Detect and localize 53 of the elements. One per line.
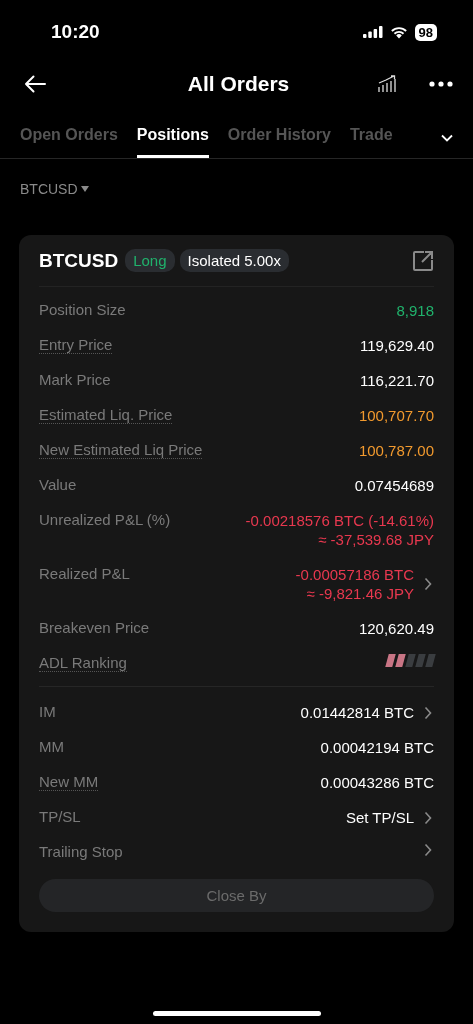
chevron-right-icon[interactable] xyxy=(424,705,432,720)
margin-tag: Isolated 5.00x xyxy=(179,249,289,272)
more-icon[interactable] xyxy=(429,81,453,87)
field-label: New Estimated Liq Price xyxy=(39,441,203,459)
wifi-icon xyxy=(389,25,408,39)
field-label: Mark Price xyxy=(39,371,111,388)
field-value: Set TP/SL xyxy=(345,808,414,827)
page-title: All Orders xyxy=(187,72,290,96)
field-value: 100,787.00 xyxy=(358,441,434,460)
chevron-right-icon[interactable] xyxy=(424,843,432,857)
field-label: Realized P&L xyxy=(39,565,130,582)
field-label: ADL Ranking xyxy=(39,654,127,672)
side-tag: Long xyxy=(125,249,175,272)
field-value: ≈ -37,539.68 JPY xyxy=(318,530,434,549)
field-label: Breakeven Price xyxy=(39,619,150,636)
tab[interactable]: Positions xyxy=(136,126,209,158)
field-label: Position Size xyxy=(39,301,126,318)
field-value: 100,707.70 xyxy=(358,406,434,425)
symbol-filter[interactable]: BTCUSD xyxy=(20,181,89,197)
symbol-name: BTCUSD xyxy=(39,249,119,272)
chevron-right-icon[interactable] xyxy=(424,577,432,591)
share-icon[interactable] xyxy=(412,249,434,272)
back-icon[interactable] xyxy=(24,75,46,93)
field-label: Unrealized P&L (%) xyxy=(39,511,171,528)
field-value: -0.00218576 BTC (-14.61%) xyxy=(245,511,434,530)
tab[interactable]: Trade xyxy=(349,126,393,158)
field-label: TP/SL xyxy=(39,808,81,825)
field-label: IM xyxy=(39,703,56,720)
field-value: 119,629.40 xyxy=(360,336,434,355)
field-value: 8,918 xyxy=(396,301,434,320)
field-value: 0.00043286 BTC xyxy=(320,773,434,792)
field-label: Entry Price xyxy=(39,336,113,354)
field-value: 0.07454689 xyxy=(354,476,434,495)
field-label: Estimated Liq. Price xyxy=(39,406,173,424)
field-label: New MM xyxy=(39,773,99,791)
signal-icon xyxy=(362,26,383,38)
field-value: 120,620.49 xyxy=(358,619,434,638)
field-value: -0.00057186 BTC xyxy=(295,565,414,584)
caret-icon xyxy=(80,186,89,192)
battery-indicator: 98 xyxy=(414,23,437,41)
chevron-right-icon[interactable] xyxy=(424,810,432,825)
chart-icon[interactable] xyxy=(377,75,397,93)
field-label: MM xyxy=(39,738,64,755)
field-label: Trailing Stop xyxy=(39,843,123,860)
tab[interactable]: Open Orders xyxy=(20,126,118,158)
field-value: 0.01442814 BTC xyxy=(300,703,414,722)
field-value: ≈ -9,821.46 JPY xyxy=(306,584,414,603)
status-time: 10:20 xyxy=(51,21,100,43)
tab[interactable]: Order History xyxy=(227,126,331,158)
chevron-down-icon[interactable] xyxy=(441,134,453,142)
field-label: Value xyxy=(39,476,77,493)
field-value: 116,221.70 xyxy=(360,371,434,390)
field-value: 0.00042194 BTC xyxy=(320,738,434,757)
